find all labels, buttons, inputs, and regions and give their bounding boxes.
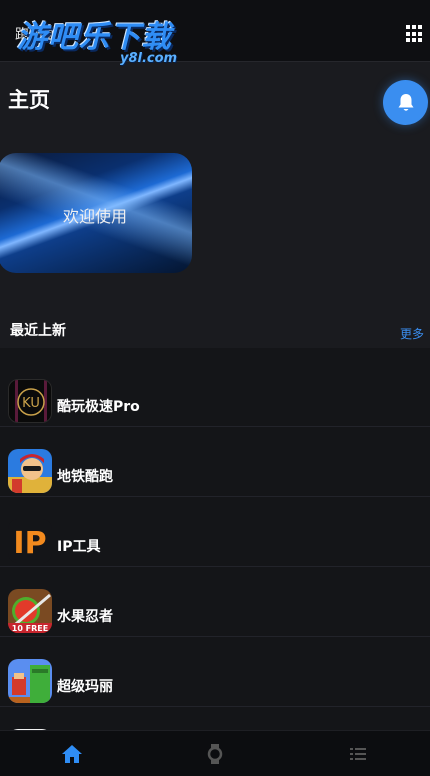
bell-icon [398, 93, 413, 111]
list-item[interactable] [0, 707, 430, 730]
svg-text:10 FREE: 10 FREE [12, 624, 48, 633]
list-item-name: 超级玛丽 [57, 679, 113, 695]
grid-menu-icon[interactable] [406, 25, 424, 43]
list-item[interactable]: 10 FREE 水果忍者 [0, 567, 430, 637]
svg-text:IP: IP [13, 526, 46, 561]
page-title: 主页 [8, 88, 50, 112]
list-item[interactable]: 地铁酷跑 [0, 427, 430, 497]
subway-surfers-icon [8, 449, 52, 493]
watch-icon [207, 744, 222, 764]
list-item-name: IP工具 [57, 539, 101, 555]
tab-watch[interactable] [143, 731, 286, 776]
top-bar: 跑酷插件 游吧乐下载 y8l.com [0, 0, 430, 66]
list-icon [350, 748, 366, 760]
tab-home[interactable] [0, 731, 143, 776]
banner-text: 欢迎使用 [62, 207, 127, 226]
bottom-nav [0, 730, 430, 776]
list-item-name: 水果忍者 [57, 609, 113, 625]
recent-list: KU 酷玩极速Pro 地铁酷跑 IP IP工具 10 FREE 水果忍者 超级玛… [0, 348, 430, 730]
welcome-banner[interactable]: 欢迎使用 [0, 153, 192, 273]
list-item-name: 地铁酷跑 [57, 469, 113, 485]
logo-text: 游吧乐下载 [17, 20, 172, 55]
list-item-name: 酷玩极速Pro [57, 399, 140, 415]
list-item[interactable]: KU 酷玩极速Pro [0, 357, 430, 427]
svg-text:KU: KU [22, 396, 40, 411]
ku-logo-icon: KU [8, 379, 52, 423]
super-mario-icon [8, 659, 52, 703]
list-item[interactable]: 超级玛丽 [0, 637, 430, 707]
tab-list[interactable] [286, 731, 430, 776]
notification-button[interactable] [383, 80, 428, 125]
more-link[interactable]: 更多 [400, 325, 424, 342]
home-icon [61, 745, 82, 763]
list-item[interactable]: IP IP工具 [0, 497, 430, 567]
section-title-recent: 最近上新 [10, 323, 66, 339]
site-logo: 游吧乐下载 y8l.com [17, 12, 185, 66]
logo-subtext: y8l.com [120, 51, 178, 66]
fruit-ninja-icon: 10 FREE [8, 589, 52, 633]
ip-tool-icon: IP [8, 519, 52, 563]
